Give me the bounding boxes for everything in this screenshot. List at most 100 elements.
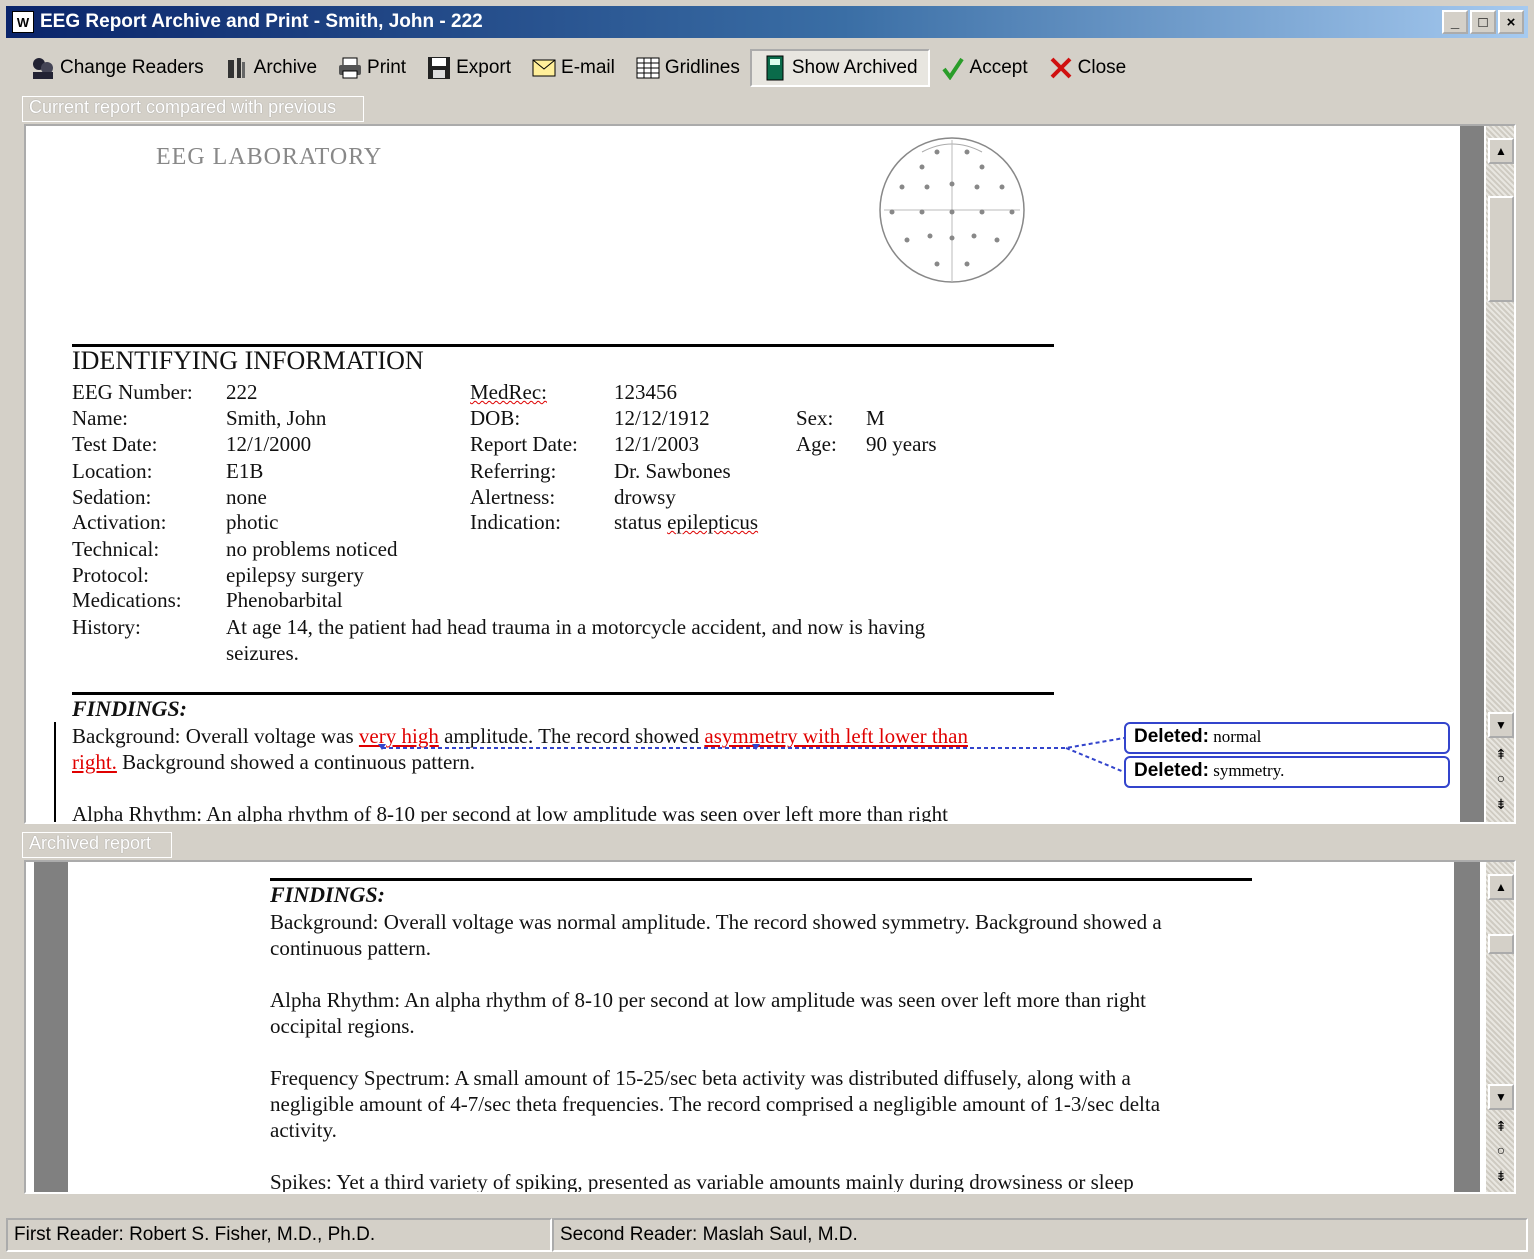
- medications-value: Phenobarbital: [226, 588, 343, 612]
- scroll-up-button[interactable]: ▲: [1488, 138, 1514, 164]
- scroll-down-button[interactable]: ▼: [1488, 1084, 1514, 1110]
- section-rule: [72, 692, 1054, 695]
- history-value-cont: seizures.: [226, 641, 299, 665]
- minimize-button[interactable]: _: [1442, 10, 1468, 34]
- test-date-value: 12/1/2000: [226, 432, 312, 456]
- archived-background-line: Background: Overall voltage was normal a…: [270, 910, 1162, 934]
- toolbar: Change Readers Archive Print Export E-ma…: [20, 46, 1136, 90]
- accept-button[interactable]: Accept: [930, 49, 1038, 87]
- report-date-value: 12/1/2003: [614, 432, 700, 456]
- status-bar: First Reader: Robert S. Fisher, M.D., Ph…: [6, 1218, 1528, 1254]
- title-bar: W EEG Report Archive and Print - Smith, …: [6, 6, 1528, 38]
- gridlines-button[interactable]: Gridlines: [625, 49, 750, 87]
- field-label: Technical:: [72, 537, 160, 561]
- field-label: Referring:: [470, 459, 557, 483]
- lab-title: EEG LABORATORY: [156, 144, 383, 170]
- field-label: Age:: [796, 432, 837, 456]
- close-window-button[interactable]: ×: [1498, 10, 1524, 34]
- close-button[interactable]: Close: [1038, 49, 1137, 87]
- email-button[interactable]: E-mail: [521, 49, 625, 87]
- archived-pane-caption: Archived report: [22, 832, 172, 858]
- current-pane-scrollbar[interactable]: ▲ ▼ ⇞ ○ ⇟: [1486, 126, 1514, 822]
- change-readers-button[interactable]: Change Readers: [20, 49, 214, 87]
- field-label: Sex:: [796, 406, 834, 430]
- protocol-value: epilepsy surgery: [226, 563, 364, 587]
- archived-frequency-line: Frequency Spectrum: A small amount of 15…: [270, 1066, 1131, 1090]
- field-label: History:: [72, 615, 141, 639]
- section-rule: [270, 878, 1252, 881]
- previous-page-icon[interactable]: ⇞: [1486, 1118, 1514, 1135]
- technical-value: no problems noticed: [226, 537, 398, 561]
- change-bar: [54, 722, 56, 822]
- app-icon[interactable]: W: [12, 11, 34, 33]
- alpha-paragraph: Alpha Rhythm: An alpha rhythm of 8-10 pe…: [72, 802, 948, 824]
- findings-heading: FINDINGS:: [72, 696, 187, 721]
- indication-value-word: epilepticus: [667, 510, 759, 534]
- field-label: Medications:: [72, 588, 182, 612]
- activation-value: photic: [226, 510, 279, 534]
- page-margin-gutter: [1460, 126, 1484, 822]
- checkmark-icon: [940, 55, 966, 81]
- deletion-balloon[interactable]: Deleted: normal: [1124, 722, 1450, 754]
- second-reader-status: Second Reader: Maslah Saul, M.D.: [552, 1218, 1528, 1252]
- archived-pane-scrollbar[interactable]: ▲ ▼ ⇞ ○ ⇟: [1486, 862, 1514, 1192]
- field-label: Protocol:: [72, 563, 149, 587]
- printer-icon: [337, 55, 363, 81]
- alertness-value: drowsy: [614, 485, 676, 509]
- window-title: EEG Report Archive and Print - Smith, Jo…: [40, 11, 483, 32]
- archived-background-line: continuous pattern.: [270, 936, 431, 960]
- identifying-heading: IDENTIFYING INFORMATION: [72, 346, 424, 375]
- field-label: EEG Number:: [72, 380, 193, 404]
- current-pane-caption: Current report compared with previous: [22, 96, 364, 122]
- previous-page-icon[interactable]: ⇞: [1486, 746, 1514, 763]
- eeg-number-value: 222: [226, 380, 258, 404]
- deletion-balloon[interactable]: Deleted: symmetry.: [1124, 756, 1450, 788]
- referring-value: Dr. Sawbones: [614, 459, 731, 483]
- archived-frequency-line: activity.: [270, 1118, 337, 1142]
- envelope-icon: [531, 55, 557, 81]
- sex-value: M: [866, 406, 885, 430]
- field-label: Indication:: [470, 510, 561, 534]
- field-label: Test Date:: [72, 432, 158, 456]
- field-label: Activation:: [72, 510, 167, 534]
- identifying-info: EEG Number: 222 MedRec: 123456 Name: Smi…: [72, 380, 1072, 680]
- grid-icon: [635, 55, 661, 81]
- medrec-value: 123456: [614, 380, 677, 404]
- readers-icon: [30, 55, 56, 81]
- next-page-icon[interactable]: ⇟: [1486, 1168, 1514, 1185]
- archived-report-pane[interactable]: FINDINGS: Background: Overall voltage wa…: [24, 860, 1516, 1194]
- location-value: E1B: [226, 459, 264, 483]
- current-report-pane[interactable]: EEG LABORATORY IDENTIFYING INFORMATION E…: [24, 124, 1516, 824]
- maximize-button[interactable]: □: [1470, 10, 1496, 34]
- field-label: MedRec:: [470, 380, 547, 404]
- history-value: At age 14, the patient had head trauma i…: [226, 615, 926, 639]
- field-label: DOB:: [470, 406, 521, 430]
- inserted-text: right.: [72, 750, 117, 774]
- page-margin-gutter: [1454, 862, 1480, 1192]
- scroll-thumb[interactable]: [1488, 934, 1514, 954]
- archived-spikes-line: Spikes: Yet a third variety of spiking, …: [270, 1170, 1134, 1194]
- field-label: Sedation:: [72, 485, 152, 509]
- scroll-down-button[interactable]: ▼: [1488, 712, 1514, 738]
- scroll-up-button[interactable]: ▲: [1488, 874, 1514, 900]
- archived-alpha-line: Alpha Rhythm: An alpha rhythm of 8-10 pe…: [270, 988, 1146, 1012]
- archived-frequency-line: negligible amount of 4-7/sec theta frequ…: [270, 1092, 1161, 1116]
- field-label: Alertness:: [470, 485, 556, 509]
- head-electrode-diagram: [879, 137, 1025, 283]
- next-page-icon[interactable]: ⇟: [1486, 796, 1514, 813]
- scroll-thumb[interactable]: [1488, 196, 1514, 302]
- page-margin-gutter: [34, 862, 68, 1192]
- select-browse-object-icon[interactable]: ○: [1486, 770, 1514, 786]
- select-browse-object-icon[interactable]: ○: [1486, 1142, 1514, 1158]
- archive-button[interactable]: Archive: [214, 49, 327, 87]
- field-label: Location:: [72, 459, 153, 483]
- book-icon: [762, 55, 788, 81]
- field-label: Name:: [72, 406, 128, 430]
- show-archived-button[interactable]: Show Archived: [749, 49, 930, 87]
- comment-connector-lines: [378, 737, 1125, 773]
- dob-value: 12/12/1912: [614, 406, 710, 430]
- export-button[interactable]: Export: [416, 49, 521, 87]
- print-button[interactable]: Print: [327, 49, 416, 87]
- indication-value: status: [614, 510, 668, 534]
- sedation-value: none: [226, 485, 267, 509]
